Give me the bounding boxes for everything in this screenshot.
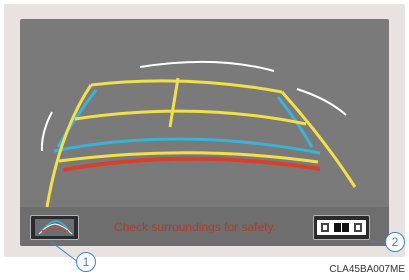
callout-1: 1	[76, 252, 96, 272]
parking-guide-lines	[40, 60, 357, 208]
figure-code: CLA45BA007ME	[329, 264, 405, 275]
figure: Check surroundings for safety. 1 2 CLA45…	[0, 0, 409, 280]
view-mode-icon	[317, 220, 366, 235]
blue-track-bottom	[53, 137, 321, 155]
distance-arc-right	[296, 88, 347, 116]
camera-screen: Check surroundings for safety.	[20, 19, 389, 246]
yellow-guide-top	[90, 79, 283, 94]
yellow-guide-right	[280, 91, 357, 188]
callout-2: 2	[385, 232, 405, 252]
guide-switch-button[interactable]	[30, 215, 79, 240]
red-distance-line	[62, 156, 321, 172]
distance-arc-upper	[139, 60, 275, 72]
parking-guide-icon	[35, 219, 74, 236]
view-switch-button[interactable]	[313, 215, 370, 240]
distance-arc-left	[40, 111, 53, 152]
safety-warning-text: Check surroundings for safety.	[114, 220, 276, 234]
yellow-guide-center	[168, 77, 180, 128]
yellow-guide-middle	[74, 109, 307, 126]
